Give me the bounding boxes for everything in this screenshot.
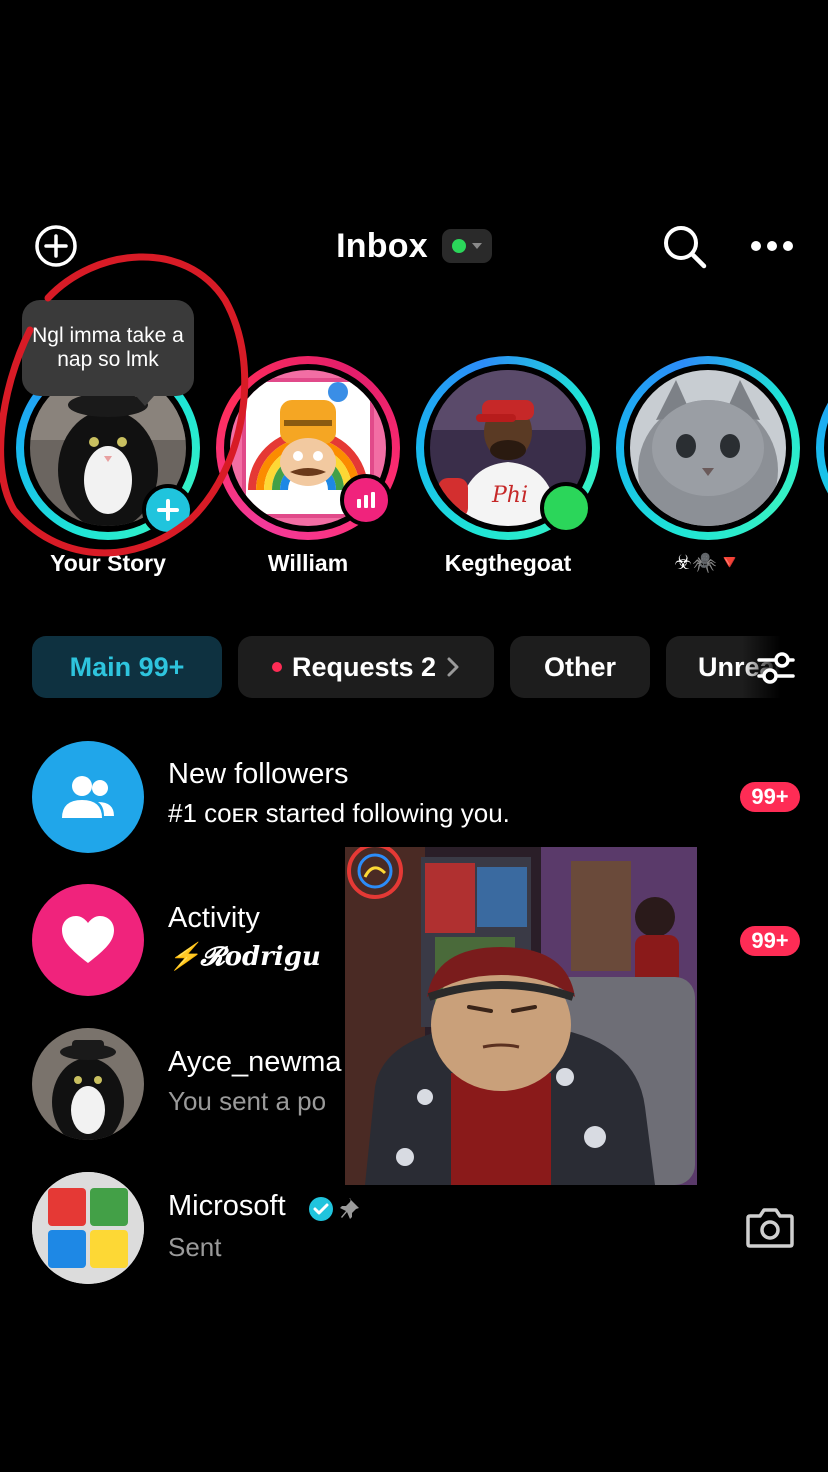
tab-requests-label: Requests 2 xyxy=(291,651,437,682)
tooltip-tail xyxy=(136,396,154,406)
unread-dot xyxy=(271,662,282,672)
row-subtitle: ⚡𝓡𝒐𝒅𝒓𝒊𝒈𝒖 xyxy=(168,942,321,972)
row-title: New followers xyxy=(168,758,349,790)
row-title: Microsoft xyxy=(168,1190,286,1222)
online-dot xyxy=(451,239,466,253)
page-title: Inbox xyxy=(336,226,428,265)
online-dot xyxy=(540,482,592,534)
story-label: Your Story xyxy=(50,550,166,576)
video-overlay[interactable] xyxy=(345,847,697,1185)
unread-count-badge: 99+ xyxy=(740,782,800,812)
chevron-down-icon xyxy=(471,243,482,249)
row-subtitle: Sent xyxy=(168,1232,222,1262)
story-ring xyxy=(616,356,800,540)
story-spider-user[interactable]: ☣︎🕷️🔻 xyxy=(616,356,800,586)
tab-requests[interactable]: Requests 2 xyxy=(238,636,494,698)
story-ring xyxy=(216,356,400,540)
row-subtitle: #1 ᴄᴏᴇʀ started following you. xyxy=(168,798,510,828)
story-william[interactable]: William xyxy=(216,356,400,586)
camera-icon[interactable] xyxy=(746,1206,794,1248)
sliders-icon[interactable] xyxy=(756,648,796,688)
bar-chart-icon xyxy=(357,492,375,508)
pin-icon xyxy=(340,1198,359,1219)
activity-avatar xyxy=(32,884,144,996)
more-options-icon[interactable] xyxy=(748,230,796,262)
list-item-microsoft[interactable]: Microsoft Sent xyxy=(0,1170,828,1290)
story-label: ☣︎🕷️🔻 xyxy=(674,552,742,574)
heart-icon xyxy=(62,916,114,963)
story-kegthegoat[interactable]: Phi Kegthegoat xyxy=(416,356,600,586)
people-icon xyxy=(62,776,114,818)
list-item-new-followers[interactable]: New followers #1 ᴄᴏᴇʀ started following … xyxy=(0,738,828,858)
story-label: Kegthegoat xyxy=(444,550,572,576)
story-ring: Phi xyxy=(416,356,600,540)
tab-other[interactable]: Other xyxy=(510,636,650,698)
verified-icon xyxy=(309,1197,333,1221)
story-note-tooltip[interactable]: Ngl imma take a nap so lmk xyxy=(22,300,194,396)
row-title: Activity xyxy=(168,902,260,934)
microsoft-logo xyxy=(32,1172,144,1284)
add-story-button[interactable] xyxy=(142,484,194,536)
svg-text:Phi: Phi xyxy=(491,483,528,508)
row-subtitle: You sent a po xyxy=(168,1086,327,1116)
online-status-toggle[interactable] xyxy=(441,229,492,263)
microsoft-avatar xyxy=(32,1172,144,1284)
tab-main[interactable]: Main 99+ xyxy=(32,636,222,698)
story-label: William xyxy=(267,550,349,576)
plus-icon xyxy=(157,499,179,521)
unread-count-badge: 99+ xyxy=(740,926,800,956)
avatar xyxy=(630,370,786,526)
search-icon[interactable] xyxy=(660,222,708,270)
avatar xyxy=(32,1028,144,1140)
chevron-right-icon xyxy=(447,657,459,677)
row-title: Ayce_newma xyxy=(168,1046,342,1078)
stats-badge xyxy=(340,474,392,526)
story-partial[interactable] xyxy=(816,356,828,540)
followers-avatar xyxy=(32,741,144,853)
